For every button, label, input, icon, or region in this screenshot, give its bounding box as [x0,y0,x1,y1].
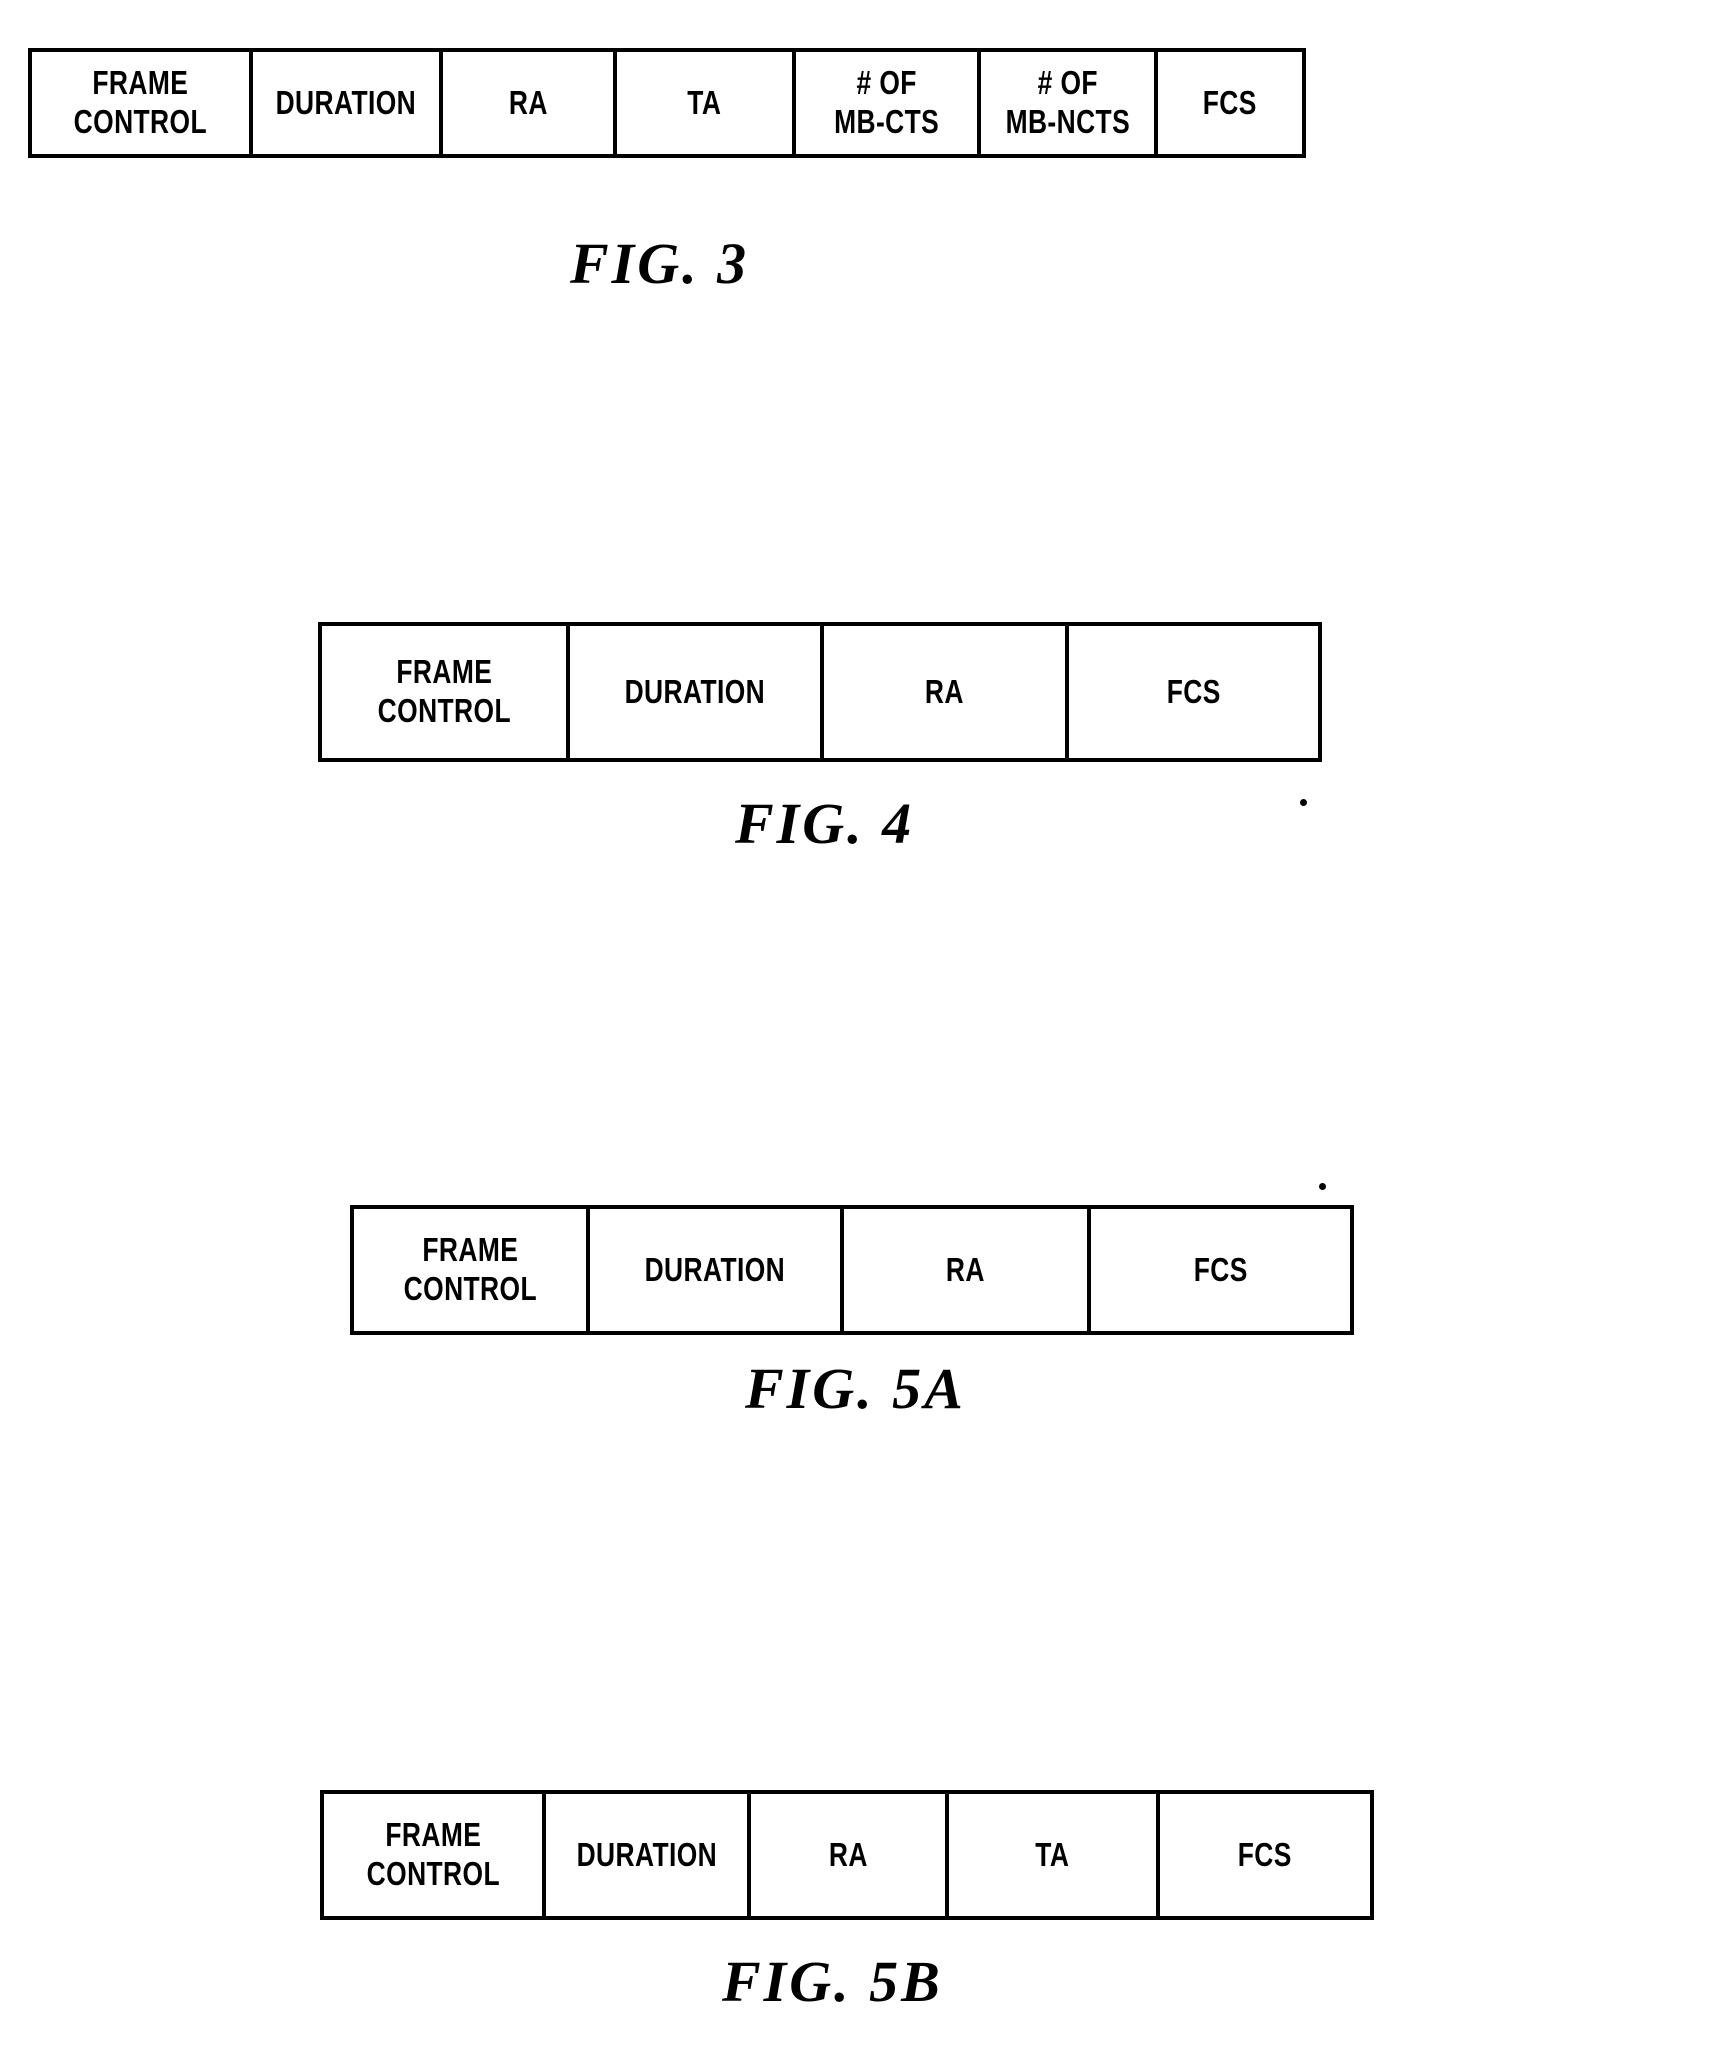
fig-3-cell-frame-control-label: FRAME CONTROL [73,64,207,140]
fig-5a-cell-frame-control-label: FRAME CONTROL [403,1231,537,1307]
fig-3-cell-num-mb-cts: # OF MB-CTS [796,52,982,154]
fig-4-cell-frame-control-label: FRAME CONTROL [377,653,511,729]
fig-5b-cell-ta: TA [949,1794,1160,1916]
fig-3-cell-ta: TA [617,52,797,154]
fig-4-caption: FIG. 4 [735,791,915,856]
fig-3-cell-num-mb-ncts: # OF MB-NCTS [981,52,1158,154]
fig-4-cell-ra: RA [824,626,1070,758]
fig-5a-cell-duration: DURATION [590,1209,845,1331]
figure-3-block: FRAME CONTROL DURATION RA TA # OF MB-CTS… [28,48,1306,158]
fig-5a-frame-format-table: FRAME CONTROL DURATION RA FCS [350,1205,1354,1335]
figure-5b-block: FRAME CONTROL DURATION RA TA FCS [320,1790,1374,1920]
fig-5a-cell-fcs-label: FCS [1193,1250,1248,1288]
fig-3-cell-frame-control: FRAME CONTROL [32,52,253,154]
fig-5a-cell-frame-control: FRAME CONTROL [354,1209,591,1331]
fig-5a-cell-fcs: FCS [1091,1209,1350,1331]
fig-4-cell-duration: DURATION [570,626,824,758]
scan-speck-lower-right [1319,1183,1326,1190]
fig-5b-cell-ra: RA [751,1794,950,1916]
scan-speck-upper-right [1300,799,1307,806]
fig-3-cell-ta-label: TA [687,83,722,121]
fig-5b-cell-fcs: FCS [1160,1794,1370,1916]
fig-3-cell-num-mb-ncts-label: # OF MB-NCTS [1005,64,1130,140]
fig-5b-cell-duration: DURATION [546,1794,751,1916]
fig-4-cell-duration-label: DURATION [624,672,766,710]
fig-5b-cell-frame-control: FRAME CONTROL [324,1794,547,1916]
fig-3-cell-fcs-label: FCS [1202,83,1257,121]
fig-5a-cell-duration-label: DURATION [644,1250,786,1288]
fig-3-cell-duration-label: DURATION [275,83,417,121]
figure-5a-block: FRAME CONTROL DURATION RA FCS [350,1205,1354,1335]
fig-5b-cell-frame-control-label: FRAME CONTROL [366,1816,500,1892]
fig-3-frame-format-table: FRAME CONTROL DURATION RA TA # OF MB-CTS… [28,48,1306,158]
fig-5b-cell-ra-label: RA [828,1835,868,1873]
fig-5b-cell-fcs-label: FCS [1237,1835,1292,1873]
fig-3-cell-ra-label: RA [508,83,548,121]
fig-5b-cell-ta-label: TA [1035,1835,1070,1873]
fig-5b-cell-duration-label: DURATION [576,1835,717,1873]
fig-3-caption: FIG. 3 [570,231,750,296]
fig-3-cell-num-mb-cts-label: # OF MB-CTS [834,64,940,140]
figure-4-block: FRAME CONTROL DURATION RA FCS [318,622,1322,762]
fig-5a-caption: FIG. 5A [745,1356,966,1421]
fig-5a-cell-ra-label: RA [946,1250,986,1288]
fig-3-cell-ra: RA [443,52,618,154]
fig-5b-caption: FIG. 5B [722,1949,943,2014]
fig-4-frame-format-table: FRAME CONTROL DURATION RA FCS [318,622,1322,762]
fig-5b-frame-format-table: FRAME CONTROL DURATION RA TA FCS [320,1790,1374,1920]
fig-4-cell-frame-control: FRAME CONTROL [322,626,571,758]
fig-3-cell-duration: DURATION [253,52,444,154]
fig-5a-cell-ra: RA [844,1209,1092,1331]
fig-4-cell-ra-label: RA [925,672,964,710]
fig-4-cell-fcs: FCS [1069,626,1318,758]
fig-3-cell-fcs: FCS [1158,52,1302,154]
fig-4-cell-fcs-label: FCS [1166,672,1221,710]
